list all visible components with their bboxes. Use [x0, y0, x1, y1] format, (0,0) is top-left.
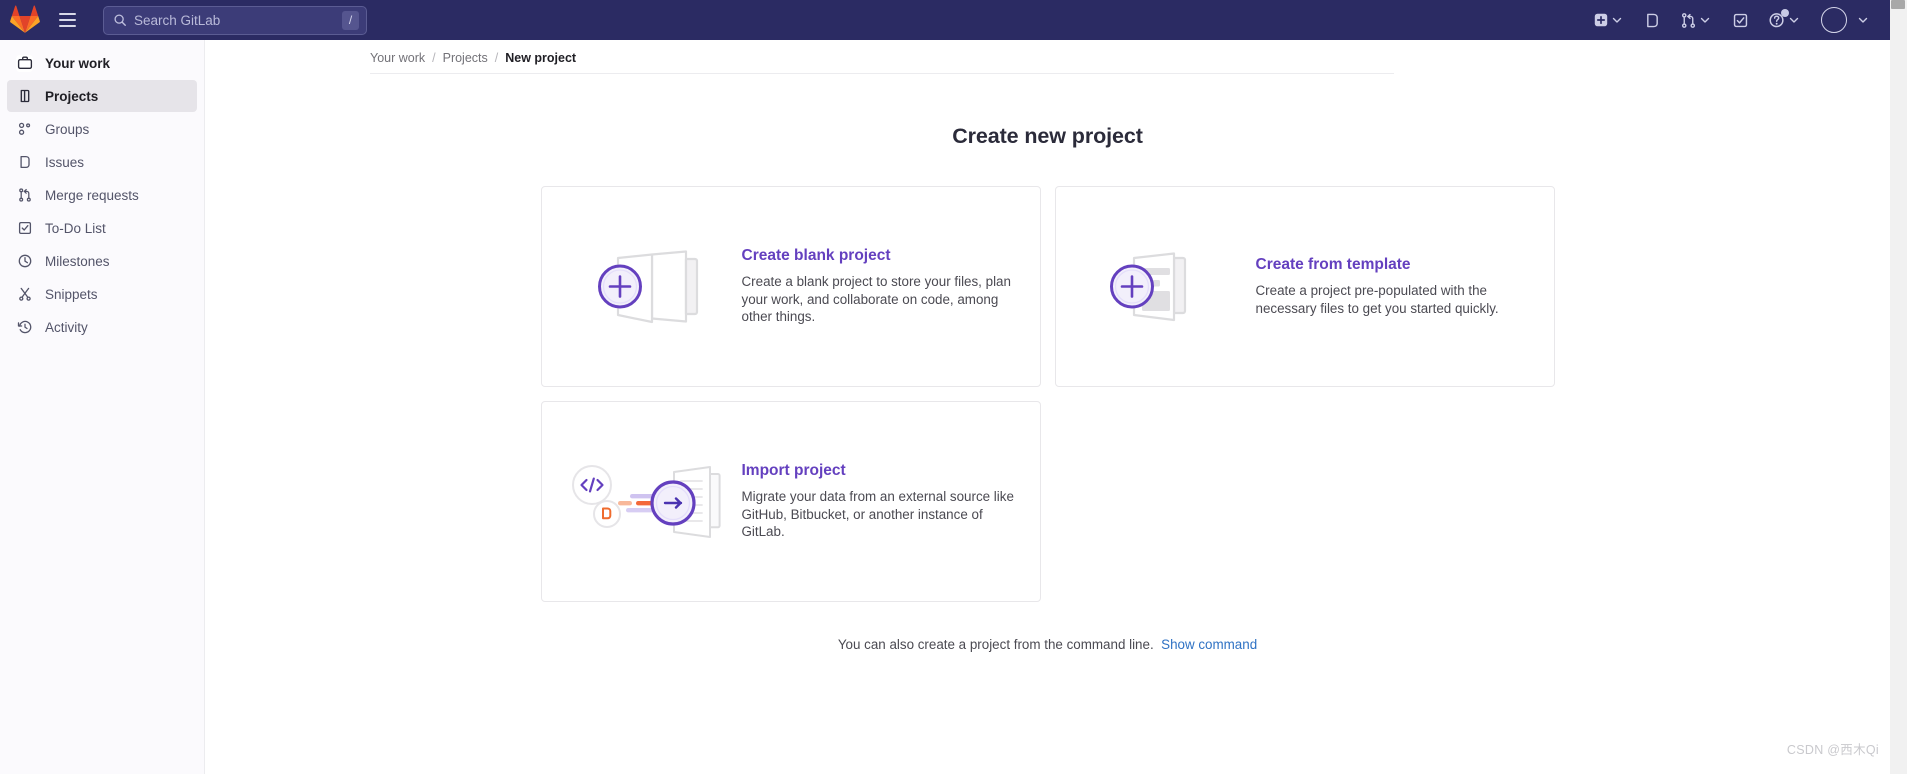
sidebar-item-activity[interactable]: Activity	[7, 311, 197, 343]
chevron-down-icon	[1697, 15, 1713, 25]
sidebar-item-label: Merge requests	[45, 187, 139, 203]
page-scrollbar-track[interactable]	[1890, 0, 1907, 774]
work-briefcase-icon	[16, 54, 33, 72]
sidebar-item-projects[interactable]: Projects	[7, 80, 197, 112]
show-command-link[interactable]: Show command	[1161, 637, 1257, 652]
sidebar-item-your-work[interactable]: Your work	[7, 47, 197, 79]
sidebar-item-label: Groups	[45, 121, 90, 137]
help-icon-button[interactable]	[1763, 6, 1807, 34]
chevron-down-icon	[1786, 15, 1802, 25]
merge-requests-icon	[16, 187, 33, 204]
sidebar-item-snippets[interactable]: Snippets	[7, 278, 197, 310]
cli-note: You can also create a project from the c…	[541, 637, 1555, 652]
todo-list-icon	[1733, 13, 1748, 27]
groups-icon	[16, 121, 33, 138]
create-new-icon	[1594, 13, 1608, 27]
breadcrumb-separator: /	[432, 51, 436, 65]
create-from-template-card[interactable]: Create from template Create a project pr…	[1054, 186, 1555, 387]
sidebar-item-label: Activity	[45, 319, 88, 335]
sidebar-item-label: Snippets	[45, 286, 98, 302]
user-menu-button[interactable]	[1816, 6, 1876, 34]
breadcrumb-separator: /	[494, 51, 499, 65]
merge-requests-icon-button[interactable]	[1675, 6, 1718, 34]
card-title: Create from template	[1255, 255, 1411, 273]
blank-project-plus-icon	[542, 187, 742, 386]
todo-list-icon-button[interactable]	[1727, 6, 1754, 34]
card-description: Create a blank project to store your fil…	[741, 273, 1011, 325]
sidebar-item-label: To-Do List	[45, 220, 106, 236]
template-project-plus-icon	[1056, 187, 1256, 386]
cli-note-text: You can also create a project from the c…	[837, 637, 1154, 652]
issues-icon-button[interactable]	[1639, 6, 1666, 34]
milestones-clock-icon	[16, 253, 33, 270]
hamburger-bar-2	[58, 19, 76, 21]
sidebar-item-to-do-list[interactable]: To-Do List	[7, 212, 197, 244]
global-search-box[interactable]: /	[103, 5, 367, 35]
search-input[interactable]	[134, 12, 342, 28]
hamburger-bar-3	[58, 24, 76, 27]
notification-badge	[1781, 9, 1789, 17]
project-type-card-grid: Create blank project Create a blank proj…	[540, 186, 1555, 602]
chevron-down-icon	[1609, 15, 1625, 25]
page-title: Create new project	[952, 124, 1143, 148]
card-title: Import project	[741, 461, 846, 479]
breadcrumb: Your work / Projects / New project	[205, 45, 1890, 71]
todo-list-icon	[16, 220, 33, 237]
top-navigation-bar: /	[0, 0, 1890, 40]
sidebar-item-milestones[interactable]: Milestones	[7, 245, 197, 277]
import-project-card[interactable]: Import project Migrate your data from an…	[540, 401, 1041, 602]
sidebar-item-label: Milestones	[45, 253, 110, 269]
sidebar-item-issues[interactable]: Issues	[7, 146, 197, 178]
import-project-arrow-icon	[542, 402, 742, 601]
merge-requests-icon	[1681, 12, 1696, 28]
card-text: Create from template Create a project pr…	[1256, 256, 1554, 317]
page-scrollbar-thumb[interactable]	[1891, 0, 1905, 9]
sidebar-item-label: Your work	[45, 55, 111, 71]
search-shortcut-key: /	[342, 10, 359, 30]
create-new-icon-button[interactable]	[1588, 6, 1630, 34]
sidebar-item-groups[interactable]: Groups	[7, 113, 197, 145]
issues-icon	[16, 154, 33, 171]
main-content-area: Your work / Projects / New project Creat…	[205, 40, 1890, 774]
card-description: Create a project pre-populated with the …	[1255, 282, 1499, 316]
card-text: Create blank project Create a blank proj…	[742, 247, 1040, 326]
projects-icon	[16, 88, 33, 105]
hamburger-menu-icon[interactable]	[52, 5, 82, 35]
create-blank-project-card[interactable]: Create blank project Create a blank proj…	[540, 186, 1041, 387]
sidebar-item-label: Projects	[45, 88, 99, 104]
issues-icon	[1647, 13, 1658, 27]
page-content: Create new project Create blank project	[205, 74, 1890, 652]
topbar-actions	[1588, 0, 1876, 40]
chevron-down-icon	[1855, 15, 1871, 25]
left-sidebar: Your work Projects Groups Issues Merge r…	[0, 40, 205, 774]
snippets-scissors-icon	[16, 286, 33, 303]
breadcrumb-item-your-work[interactable]: Your work	[370, 51, 425, 65]
gitlab-logo-icon[interactable]	[10, 5, 40, 35]
hamburger-bar-1	[58, 13, 76, 16]
watermark: CSDN @西木Qi	[1786, 743, 1879, 757]
sidebar-item-label: Issues	[45, 154, 85, 170]
sidebar-item-merge-requests[interactable]: Merge requests	[7, 179, 197, 211]
card-description: Migrate your data from an external sourc…	[741, 488, 1014, 540]
breadcrumb-item-projects[interactable]: Projects	[443, 51, 488, 65]
breadcrumb-item-new-project: New project	[505, 51, 577, 65]
search-icon	[114, 14, 126, 26]
activity-history-icon	[16, 319, 33, 336]
card-text: Import project Migrate your data from an…	[742, 462, 1040, 541]
card-title: Create blank project	[741, 246, 891, 264]
avatar	[1821, 7, 1847, 33]
